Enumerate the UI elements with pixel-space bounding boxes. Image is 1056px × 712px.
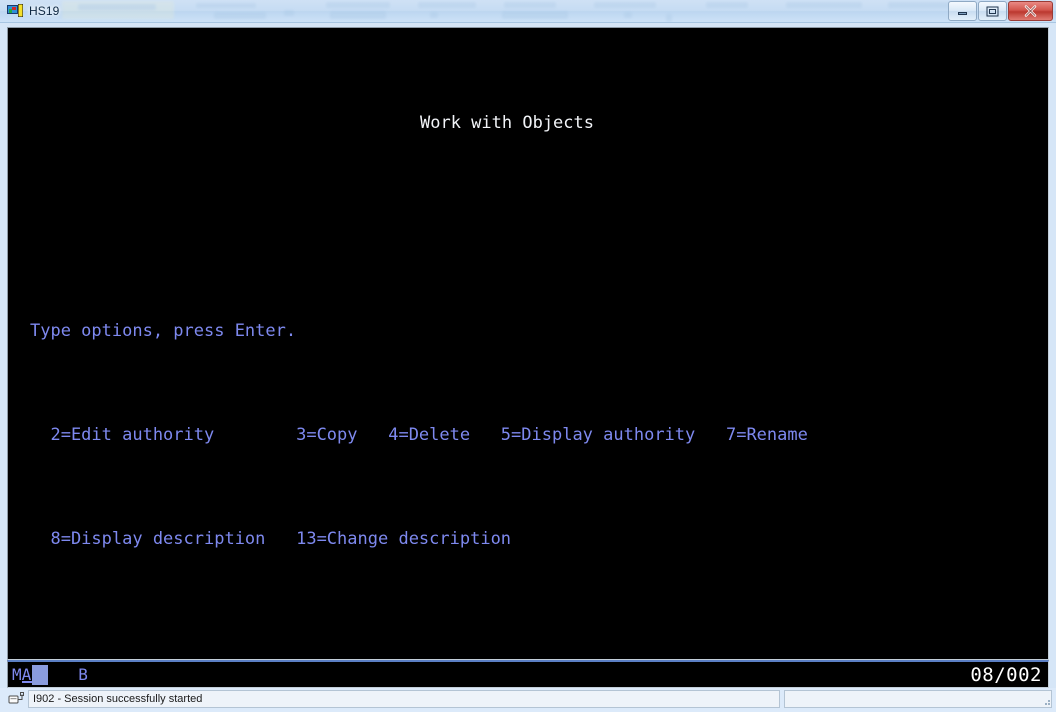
- options-line-1: 2=Edit authority 3=Copy 4=Delete 5=Displ…: [30, 425, 808, 445]
- options-line-2: 8=Display description 13=Change descript…: [30, 529, 512, 549]
- screen-title-row: Work with Objects: [8, 110, 1048, 136]
- blank-row-2: [8, 630, 1048, 656]
- status-secondary-panel: [784, 690, 1052, 708]
- blank-row-1: [8, 214, 1048, 240]
- window-title: HS19: [29, 4, 60, 18]
- status-bar: I902 - Session successfully started: [0, 688, 1056, 712]
- session-icon: [7, 3, 23, 19]
- oia-input-inhibit-block: [32, 664, 49, 685]
- status-message-panel: I902 - Session successfully started: [28, 690, 780, 708]
- oia-underline: [22, 681, 32, 683]
- instruction-row: Type options, press Enter.: [8, 318, 1048, 344]
- options-row-2: 8=Display description 13=Change descript…: [8, 526, 1048, 552]
- terminal-frame[interactable]: Work with Objects Type options, press En…: [7, 27, 1049, 660]
- close-button[interactable]: [1008, 1, 1053, 21]
- terminal-emulator-window: HS19 Work with Objects Type options, pre…: [0, 0, 1056, 712]
- connection-icon: [6, 691, 26, 707]
- window-titlebar[interactable]: HS19: [0, 0, 1056, 23]
- resize-grip[interactable]: [1041, 695, 1051, 707]
- cursor-position-indicator: 08/002: [970, 663, 1042, 686]
- minimize-button[interactable]: [948, 1, 977, 21]
- instruction-text: Type options, press Enter.: [30, 321, 297, 341]
- oia-mode-indicator: B: [78, 665, 88, 684]
- oia-system-indicator: MA: [12, 665, 32, 684]
- aero-glass-reflection: [0, 0, 1056, 22]
- restore-button[interactable]: [978, 1, 1007, 21]
- options-row-1: 2=Edit authority 3=Copy 4=Delete 5=Displ…: [8, 422, 1048, 448]
- operator-information-area: MA B 08/002: [7, 660, 1049, 688]
- client-area: Work with Objects Type options, press En…: [0, 23, 1056, 688]
- screen-title: Work with Objects: [420, 113, 594, 133]
- status-message: I902 - Session successfully started: [33, 693, 203, 705]
- window-controls: [947, 1, 1053, 21]
- terminal-screen[interactable]: Work with Objects Type options, press En…: [8, 28, 1048, 659]
